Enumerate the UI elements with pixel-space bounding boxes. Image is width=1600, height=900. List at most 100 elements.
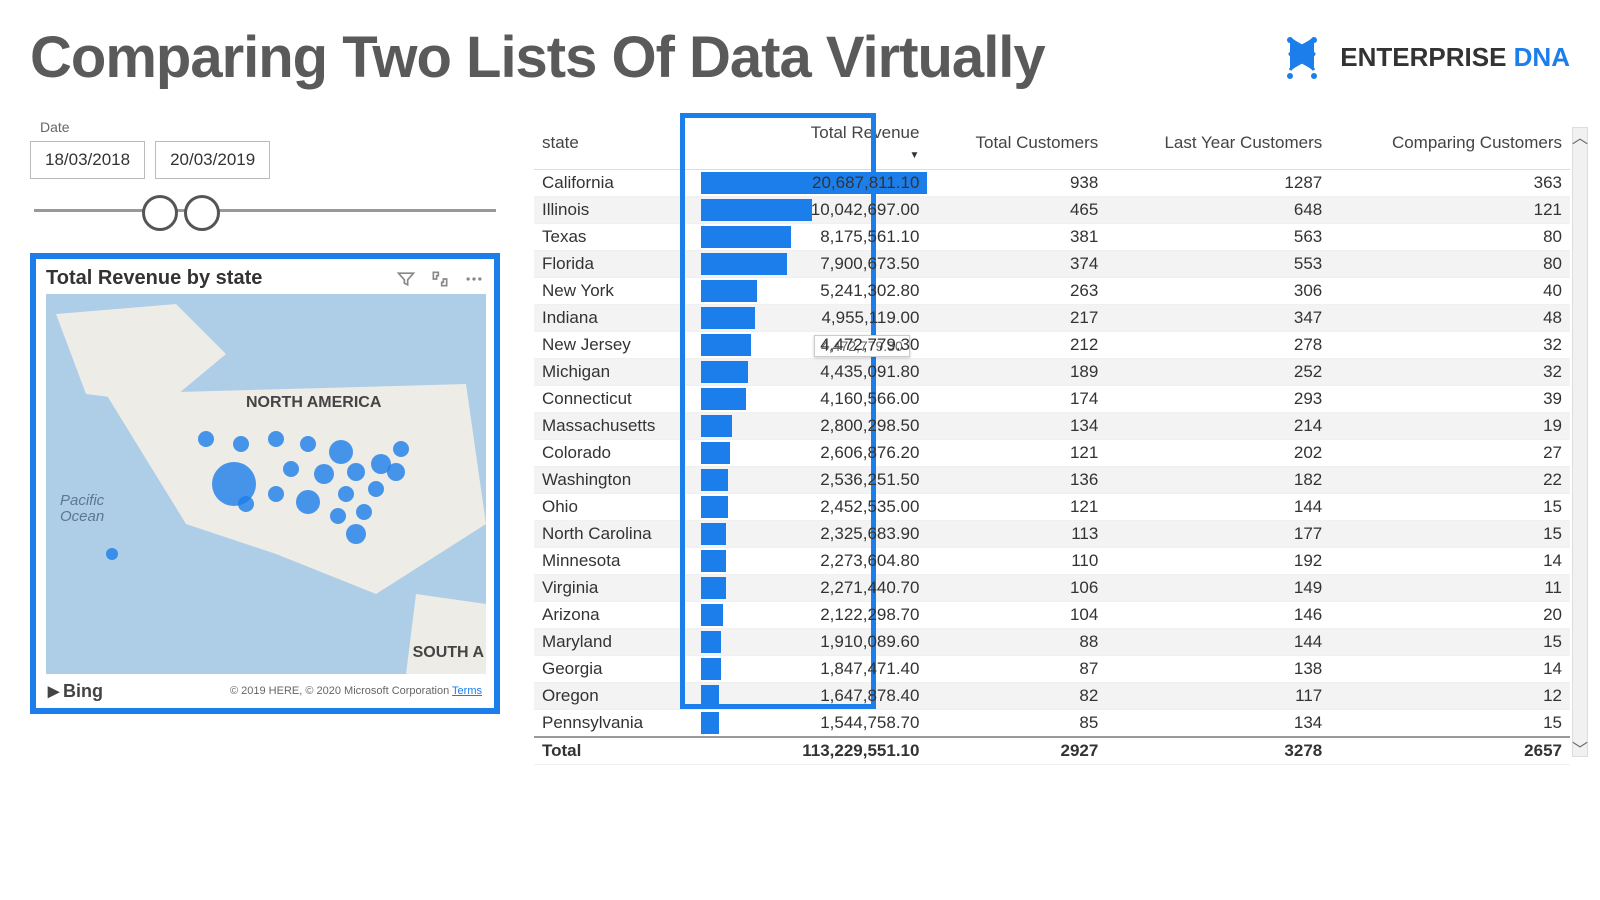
brand: ENTERPRISE DNA	[1278, 34, 1570, 82]
cell-total-customers: 121	[927, 494, 1106, 521]
scroll-down-icon[interactable]: ﹀	[1573, 740, 1587, 756]
cell-revenue: 2,271,440.70	[701, 575, 928, 602]
col-comparing-customers[interactable]: Comparing Customers	[1330, 119, 1570, 170]
table-row[interactable]: New Jersey4,472,779.3021227832	[534, 332, 1570, 359]
table-row[interactable]: New York5,241,302.8026330640	[534, 278, 1570, 305]
table-scrollbar[interactable]: ︿ ﹀	[1572, 127, 1588, 757]
cell-comparing-customers: 20	[1330, 602, 1570, 629]
cell-state: Massachusetts	[534, 413, 701, 440]
col-total-revenue[interactable]: Total Revenue▼	[701, 119, 928, 170]
cell-state: Illinois	[534, 197, 701, 224]
table-row[interactable]: Connecticut4,160,566.0017429339	[534, 386, 1570, 413]
cell-state: Colorado	[534, 440, 701, 467]
slider-handle-from[interactable]	[142, 195, 178, 231]
cell-total-customers: 174	[927, 386, 1106, 413]
scroll-up-icon[interactable]: ︿	[1573, 128, 1587, 144]
cell-comparing-customers: 48	[1330, 305, 1570, 332]
continent-label: NORTH AMERICA	[246, 394, 381, 412]
cell-total-customers: 113	[927, 521, 1106, 548]
cell-total-customers: 134	[927, 413, 1106, 440]
cell-total-customers: 82	[927, 683, 1106, 710]
map-visual[interactable]: Total Revenue by state	[30, 253, 500, 714]
cell-revenue: 2,536,251.50	[701, 467, 928, 494]
table-row[interactable]: Oregon1,647,878.408211712	[534, 683, 1570, 710]
table-row[interactable]: Arizona2,122,298.7010414620	[534, 602, 1570, 629]
more-options-icon[interactable]	[464, 269, 484, 289]
col-last-year-customers[interactable]: Last Year Customers	[1106, 119, 1330, 170]
cell-state: North Carolina	[534, 521, 701, 548]
table-row[interactable]: Maryland1,910,089.608814415	[534, 629, 1570, 656]
cell-state: New Jersey	[534, 332, 701, 359]
cell-state: Virginia	[534, 575, 701, 602]
cell-comparing-customers: 40	[1330, 278, 1570, 305]
table-row[interactable]: Michigan4,435,091.8018925232	[534, 359, 1570, 386]
cell-state: Texas	[534, 224, 701, 251]
table-row[interactable]: Massachusetts2,800,298.5013421419	[534, 413, 1570, 440]
cell-state: New York	[534, 278, 701, 305]
date-to-input[interactable]: 20/03/2019	[155, 141, 270, 179]
cell-comparing-customers: 12	[1330, 683, 1570, 710]
table-row[interactable]: California20,687,811.109381287363	[534, 170, 1570, 197]
map-canvas[interactable]: NORTH AMERICA SOUTH A Pacific Ocean	[46, 294, 486, 674]
cell-state: California	[534, 170, 701, 197]
table-row[interactable]: Georgia1,847,471.408713814	[534, 656, 1570, 683]
cell-comparing-customers: 27	[1330, 440, 1570, 467]
table-row[interactable]: Pennsylvania1,544,758.708513415	[534, 710, 1570, 738]
date-slider[interactable]	[34, 189, 496, 231]
date-from-input[interactable]: 18/03/2018	[30, 141, 145, 179]
cell-last-year-customers: 138	[1106, 656, 1330, 683]
focus-mode-icon[interactable]	[430, 269, 450, 289]
cell-last-year-customers: 214	[1106, 413, 1330, 440]
cell-revenue: 2,122,298.70	[701, 602, 928, 629]
cell-last-year-customers: 144	[1106, 629, 1330, 656]
table-row[interactable]: Colorado2,606,876.2012120227	[534, 440, 1570, 467]
cell-revenue: 1,544,758.70	[701, 710, 928, 738]
cell-comparing-customers: 39	[1330, 386, 1570, 413]
ocean-label-1: Pacific	[60, 492, 104, 509]
cell-total-customers: 85	[927, 710, 1106, 738]
cell-last-year-customers: 202	[1106, 440, 1330, 467]
cell-state: Washington	[534, 467, 701, 494]
cell-comparing-customers: 121	[1330, 197, 1570, 224]
table-row[interactable]: Florida7,900,673.5037455380	[534, 251, 1570, 278]
cell-revenue: 4,955,119.00	[701, 305, 928, 332]
map-terms-link[interactable]: Terms	[452, 685, 482, 697]
filter-icon[interactable]	[396, 269, 416, 289]
cell-revenue: 8,175,561.10	[701, 224, 928, 251]
table-row[interactable]: Illinois10,042,697.00465648121	[534, 197, 1570, 224]
table-row[interactable]: Ohio2,452,535.0012114415	[534, 494, 1570, 521]
table-row[interactable]: Virginia2,271,440.7010614911	[534, 575, 1570, 602]
cell-revenue: 1,910,089.60	[701, 629, 928, 656]
cell-state: Maryland	[534, 629, 701, 656]
cell-last-year-customers: 146	[1106, 602, 1330, 629]
table-row[interactable]: Minnesota2,273,604.8011019214	[534, 548, 1570, 575]
table-row[interactable]: Indiana4,955,119.0021734748	[534, 305, 1570, 332]
cell-last-year-customers: 278	[1106, 332, 1330, 359]
cell-revenue: 4,160,566.00	[701, 386, 928, 413]
cell-comparing-customers: 14	[1330, 548, 1570, 575]
cell-state: Georgia	[534, 656, 701, 683]
slider-handle-to[interactable]	[184, 195, 220, 231]
col-total-customers[interactable]: Total Customers	[927, 119, 1106, 170]
header: Comparing Two Lists Of Data Virtually EN…	[30, 24, 1570, 91]
cell-state: Connecticut	[534, 386, 701, 413]
cell-last-year-customers: 1287	[1106, 170, 1330, 197]
cell-last-year-customers: 347	[1106, 305, 1330, 332]
cell-last-year-customers: 149	[1106, 575, 1330, 602]
map-copyright: © 2019 HERE, © 2020 Microsoft Corporatio…	[230, 685, 482, 697]
cell-total-customers: 217	[927, 305, 1106, 332]
brand-text: ENTERPRISE DNA	[1340, 42, 1570, 73]
table-row[interactable]: North Carolina2,325,683.9011317715	[534, 521, 1570, 548]
data-table[interactable]: state Total Revenue▼ Total Customers Las…	[534, 119, 1570, 765]
south-america-label: SOUTH A	[413, 644, 484, 662]
cell-comparing-customers: 80	[1330, 251, 1570, 278]
cell-comparing-customers: 15	[1330, 710, 1570, 738]
cell-revenue: 2,606,876.20	[701, 440, 928, 467]
cell-comparing-customers: 11	[1330, 575, 1570, 602]
cell-total-customers: 189	[927, 359, 1106, 386]
sort-desc-icon: ▼	[910, 150, 920, 161]
page-title: Comparing Two Lists Of Data Virtually	[30, 24, 1045, 91]
col-state[interactable]: state	[534, 119, 701, 170]
table-row[interactable]: Washington2,536,251.5013618222	[534, 467, 1570, 494]
table-row[interactable]: Texas8,175,561.1038156380	[534, 224, 1570, 251]
